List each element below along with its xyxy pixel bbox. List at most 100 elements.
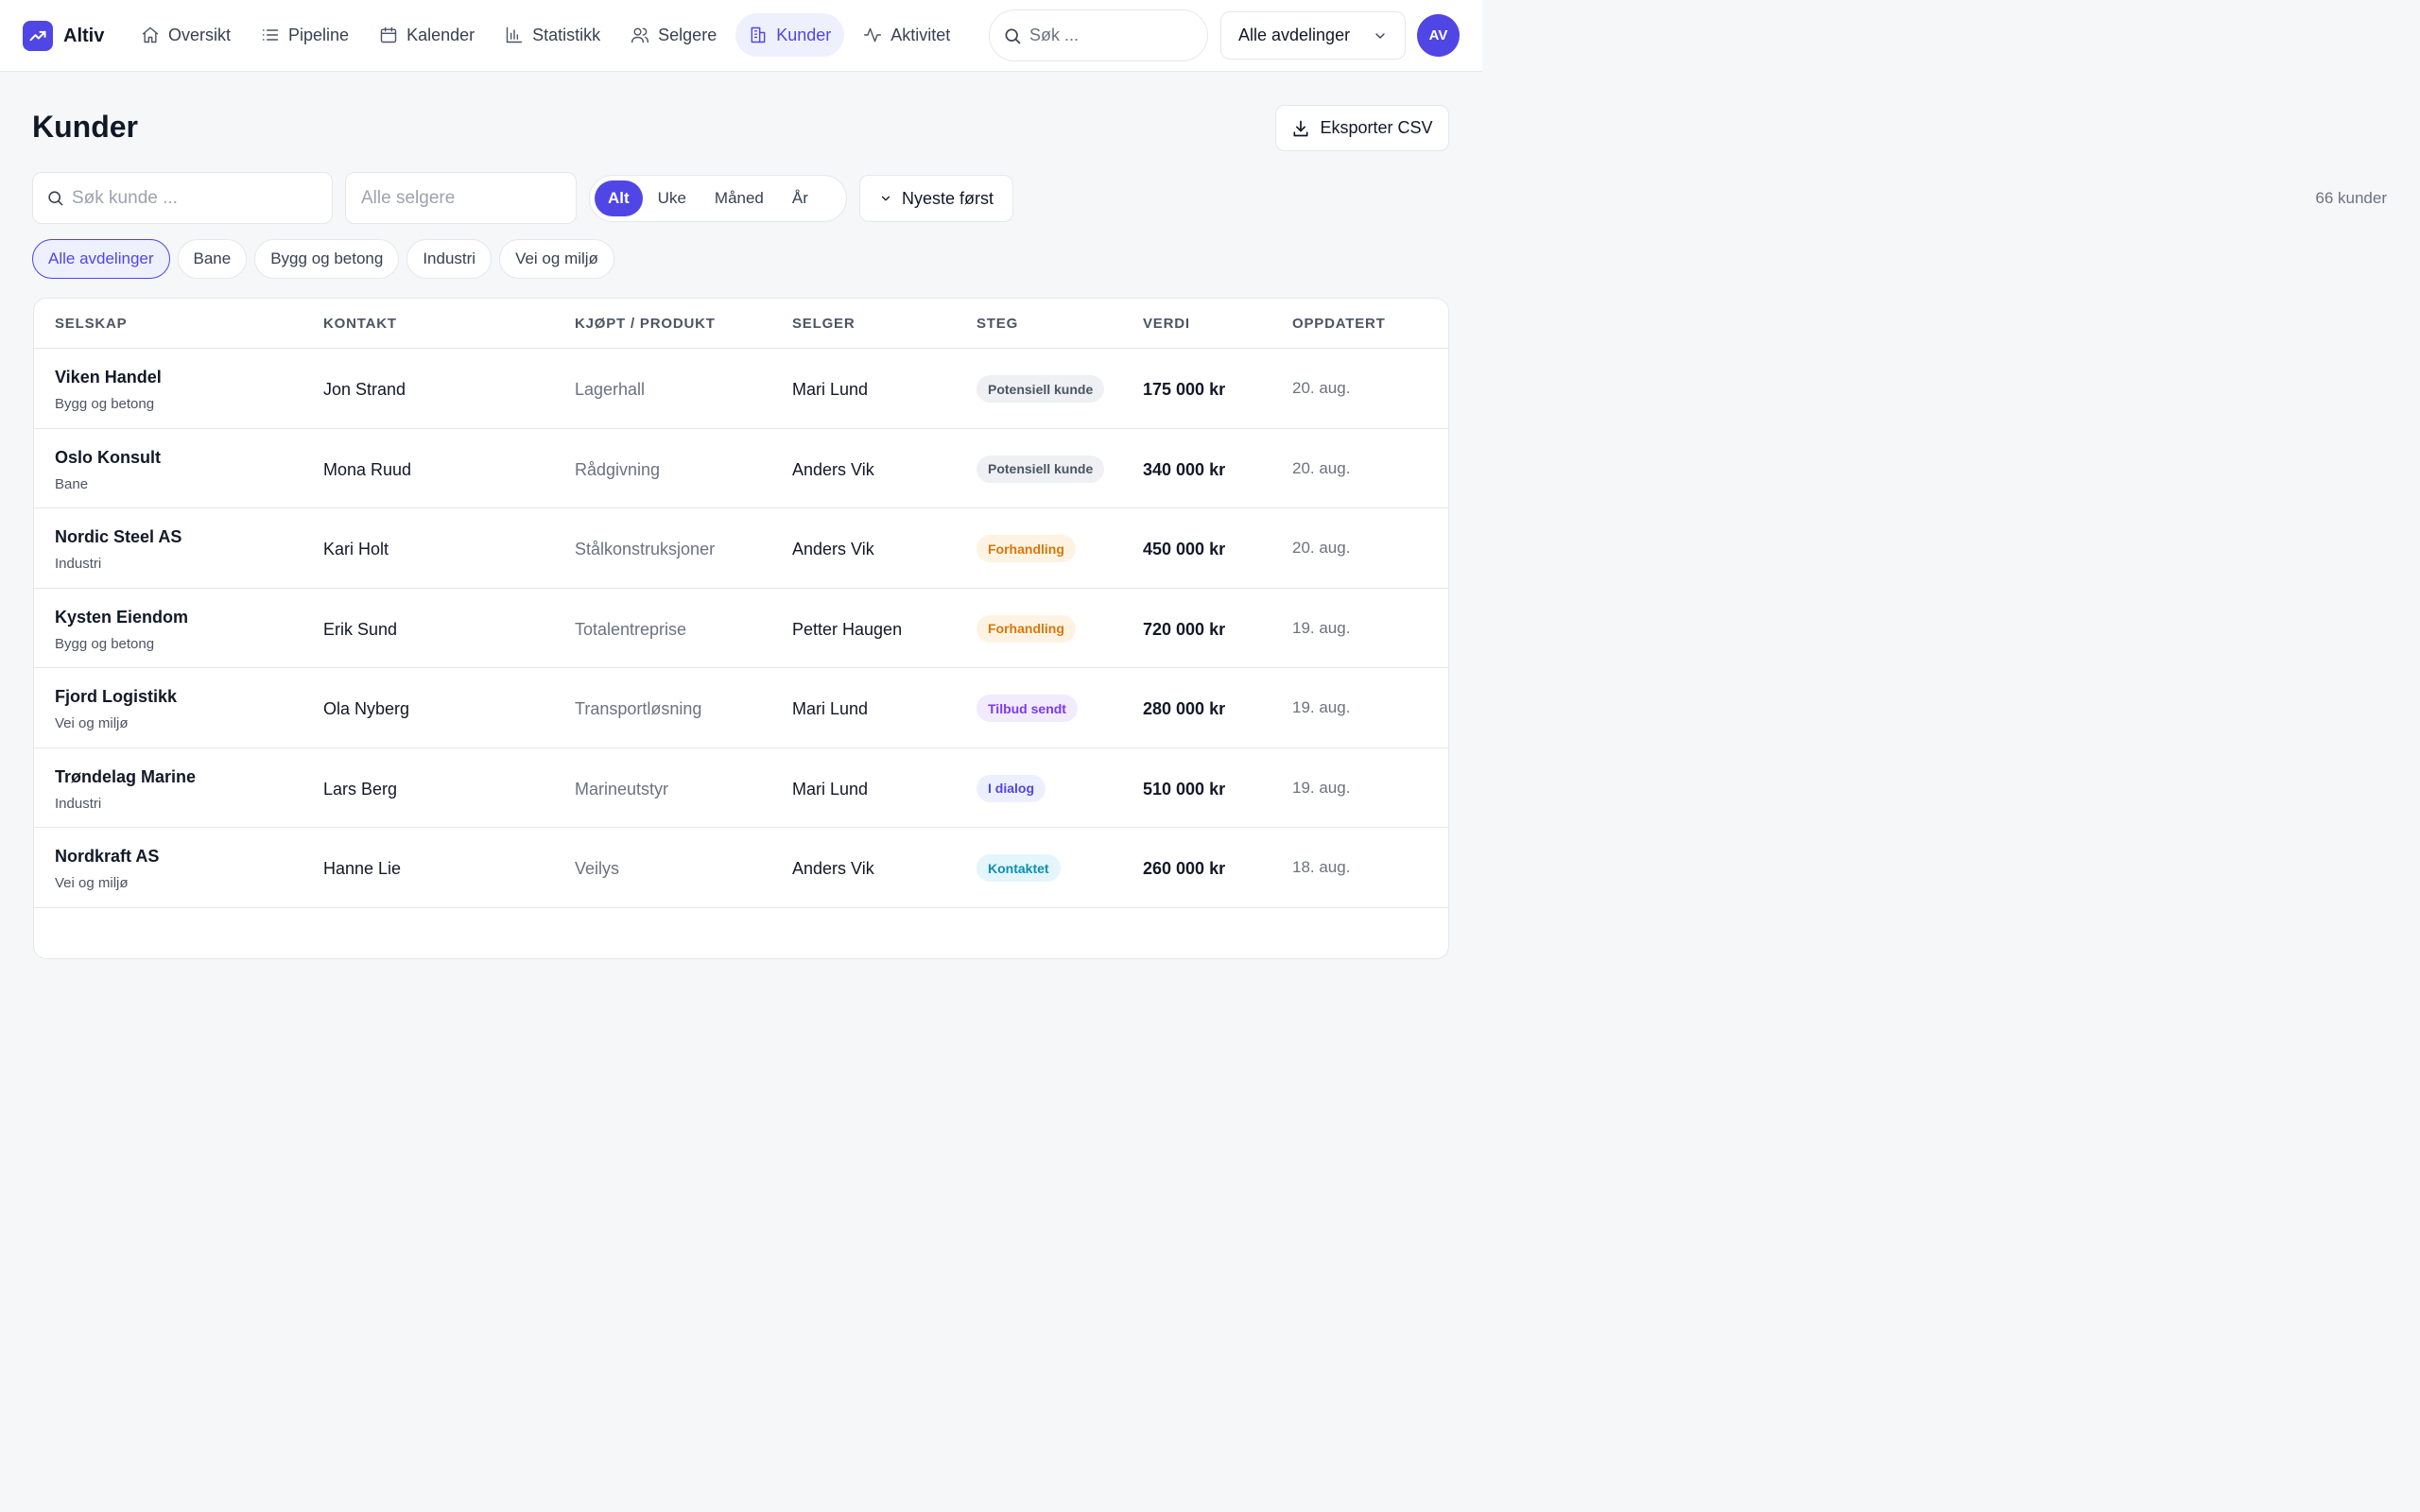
company-name[interactable]: Nordkraft AS — [55, 847, 159, 867]
updated-date: 20. aug. — [1292, 379, 1351, 397]
seller-name: Mari Lund — [792, 699, 869, 718]
column-header[interactable]: SELGER — [792, 316, 855, 332]
company-cell: Kysten Eiendom Bygg og betong — [55, 608, 188, 652]
deal-value: 720 000 kr — [1143, 619, 1226, 639]
company-department: Industri — [55, 795, 102, 812]
company-department: Bane — [55, 475, 89, 492]
export-csv-label: Eksporter CSV — [1320, 118, 1433, 137]
seller-name: Anders Vik — [792, 859, 874, 878]
table-row[interactable]: Kysten Eiendom Bygg og betong Erik Sund … — [34, 589, 1448, 668]
nav-item-label: Statistikk — [532, 25, 601, 44]
nav-item-kunder[interactable]: Kunder — [735, 13, 845, 57]
customer-count: 66 kunder — [2315, 189, 2387, 207]
stage-badge: Potensiell kunde — [977, 375, 1105, 403]
chip-all-departments[interactable]: Alle avdelinger — [32, 239, 170, 279]
table-row[interactable]: Oslo Konsult Bane Mona Ruud Rådgivning A… — [34, 429, 1448, 508]
period-all[interactable]: Alt — [595, 180, 643, 216]
table-row[interactable]: Viken Handel Bygg og betong Jon Strand L… — [34, 349, 1448, 429]
nav-item-label: Aktivitet — [890, 25, 951, 44]
deal-value: 450 000 kr — [1143, 540, 1226, 558]
company-name[interactable]: Viken Handel — [55, 368, 162, 387]
chip-industri[interactable]: Industri — [406, 239, 493, 279]
product-name: Totalentreprise — [575, 619, 687, 639]
stage-badge: Tilbud sendt — [977, 695, 1078, 722]
customers-table: SELSKAP KONTAKT KJØPT / PRODUKT SELGER S… — [33, 298, 1449, 959]
company-name[interactable]: Nordic Steel AS — [55, 527, 182, 547]
updated-date: 19. aug. — [1292, 618, 1351, 637]
column-header[interactable]: KJØPT / PRODUKT — [575, 316, 716, 332]
nav-item-label: Kalender — [406, 25, 475, 44]
company-department: Vei og miljø — [55, 875, 129, 891]
company-cell: Fjord Logistikk Vei og miljø — [55, 687, 177, 731]
contact-name: Ola Nyberg — [323, 699, 410, 718]
nav-item-selgere[interactable]: Selgere — [619, 13, 728, 57]
updated-date: 19. aug. — [1292, 698, 1351, 716]
table-row[interactable]: Nordkraft AS Vei og miljø Hanne Lie Veil… — [34, 828, 1448, 908]
company-name[interactable]: Fjord Logistikk — [55, 687, 177, 707]
customer-search[interactable] — [32, 172, 333, 224]
deal-value: 280 000 kr — [1143, 699, 1226, 718]
sort-button[interactable]: Nyeste først — [859, 175, 1013, 222]
stage-badge: Potensiell kunde — [977, 455, 1105, 483]
chip-bygg-og-betong[interactable]: Bygg og betong — [254, 239, 400, 279]
company-name[interactable]: Oslo Konsult — [55, 448, 161, 468]
activity-icon — [864, 27, 882, 43]
list-icon — [262, 29, 279, 41]
export-csv-button[interactable]: Eksporter CSV — [1275, 105, 1449, 151]
nav-item-kalender[interactable]: Kalender — [368, 13, 486, 57]
company-name[interactable]: Kysten Eiendom — [55, 608, 188, 627]
deal-value: 175 000 kr — [1143, 380, 1226, 399]
app-name: Altiv — [63, 25, 105, 46]
company-cell: Nordkraft AS Vei og miljø — [55, 847, 159, 891]
table-row[interactable] — [34, 908, 1448, 959]
table-row[interactable]: Nordic Steel AS Industri Kari Holt Stålk… — [34, 508, 1448, 589]
nav-item-label: Pipeline — [288, 25, 350, 44]
nav-item-pipeline[interactable]: Pipeline — [250, 13, 360, 57]
table-row[interactable]: Fjord Logistikk Vei og miljø Ola Nyberg … — [34, 668, 1448, 748]
period-year[interactable]: År — [779, 180, 821, 216]
chip-bane[interactable]: Bane — [177, 239, 248, 279]
nav-item-statistikk[interactable]: Statistikk — [493, 13, 612, 57]
contact-name: Kari Holt — [323, 540, 389, 558]
table-row[interactable]: Trøndelag Marine Industri Lars Berg Mari… — [34, 748, 1448, 828]
customer-search-input[interactable] — [72, 187, 308, 209]
nav-item-label: Selgere — [658, 25, 717, 44]
column-header[interactable]: SELSKAP — [55, 316, 127, 332]
column-header[interactable]: OPPDATERT — [1292, 316, 1386, 332]
home-icon — [142, 26, 159, 43]
company-cell: Trøndelag Marine Industri — [55, 767, 196, 812]
column-header[interactable]: STEG — [977, 316, 1018, 332]
column-header[interactable]: VERDI — [1143, 316, 1190, 332]
period-month[interactable]: Måned — [701, 180, 777, 216]
seller-name: Mari Lund — [792, 380, 869, 399]
seller-name: Anders Vik — [792, 459, 874, 479]
deal-value: 340 000 kr — [1143, 459, 1226, 479]
logo[interactable]: Altiv — [23, 21, 104, 51]
nav-item-aktivitet[interactable]: Aktivitet — [852, 13, 961, 57]
updated-date: 20. aug. — [1292, 539, 1351, 557]
period-week[interactable]: Uke — [645, 180, 700, 216]
department-select[interactable]: Alle avdelinger — [1220, 11, 1406, 60]
global-search[interactable] — [989, 9, 1208, 61]
global-search-input[interactable] — [1029, 26, 1200, 45]
contact-name: Mona Ruud — [323, 459, 412, 479]
department-select-value: Alle avdelinger — [1238, 26, 1351, 44]
avatar[interactable]: AV — [1417, 14, 1460, 57]
calendar-icon — [380, 26, 397, 43]
chip-vei-og-miljo[interactable]: Vei og miljø — [499, 239, 614, 279]
product-name: Lagerhall — [575, 380, 646, 399]
contact-name: Lars Berg — [323, 779, 398, 799]
seller-name: Mari Lund — [792, 779, 869, 799]
download-icon — [1293, 120, 1308, 136]
stage-badge: Kontaktet — [977, 854, 1061, 882]
stage-badge: I dialog — [977, 774, 1046, 802]
company-cell: Nordic Steel AS Industri — [55, 527, 182, 572]
deal-value: 260 000 kr — [1143, 859, 1226, 878]
nav-item-label: Oversikt — [168, 25, 232, 44]
column-header[interactable]: KONTAKT — [323, 316, 397, 332]
trending-up-icon — [23, 21, 53, 51]
company-name[interactable]: Trøndelag Marine — [55, 767, 196, 787]
seller-filter[interactable] — [345, 172, 593, 224]
seller-filter-input[interactable] — [361, 187, 593, 209]
nav-item-oversikt[interactable]: Oversikt — [130, 13, 242, 57]
